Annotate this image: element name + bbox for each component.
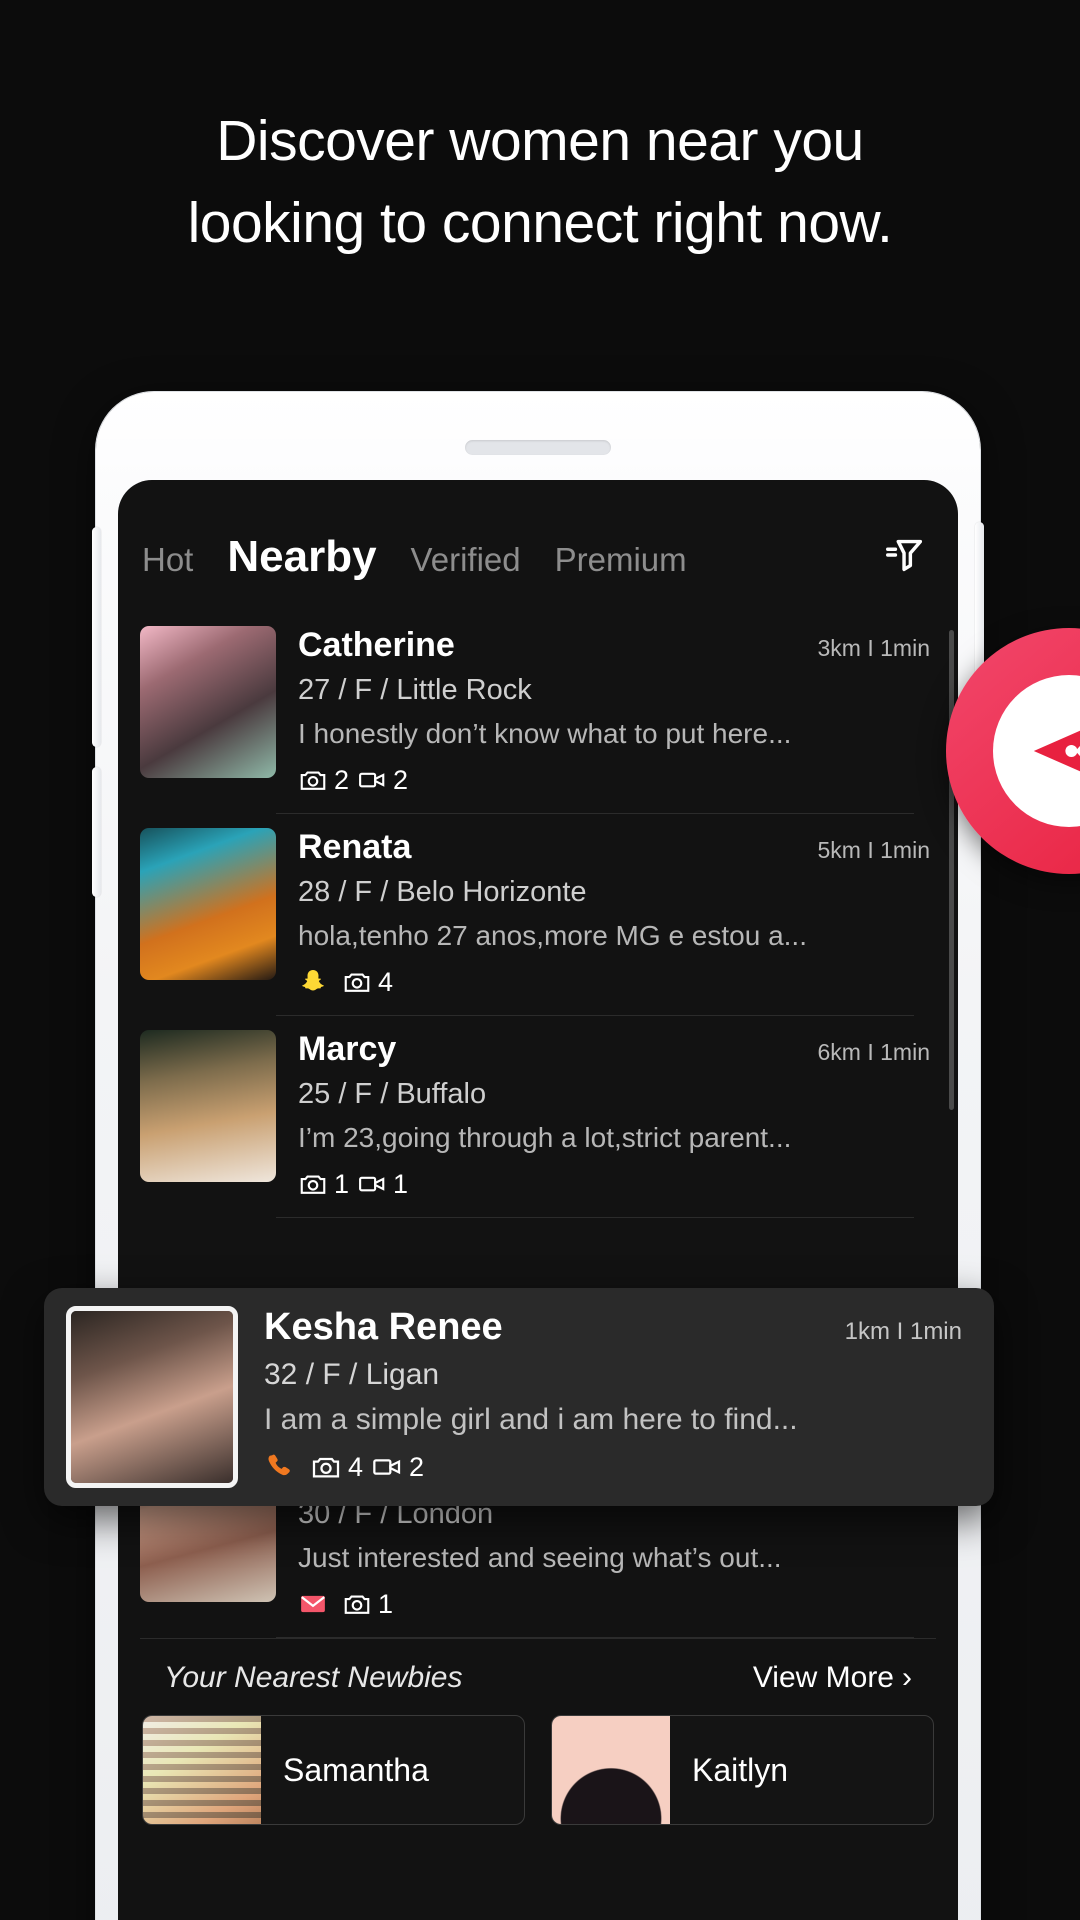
avatar[interactable] (66, 1306, 238, 1488)
video-count: 2 (393, 764, 409, 795)
filter-funnel-icon[interactable] (878, 528, 932, 582)
camera-count: 4 (348, 1451, 364, 1482)
newbies-title: Your Nearest Newbies (164, 1661, 463, 1694)
promo-screenshot: Discover women near you looking to conne… (0, 0, 1080, 1920)
badge-row: 1 1 (298, 1166, 930, 1202)
profile-bio: Just interested and seeing what’s out... (298, 1542, 782, 1573)
headline-line-1: Discover women near you (216, 109, 864, 173)
distance-time: 1km I 1min (844, 1318, 962, 1345)
badge-row: 2 2 (298, 762, 930, 798)
profile-name: Marcy (298, 1030, 397, 1068)
distance-time: 6km I 1min (817, 1039, 930, 1065)
profile-bio: hola,tenho 27 anos,more MG e estou a... (298, 920, 807, 951)
chevron-right-icon: › (902, 1661, 912, 1694)
earpiece-speaker (465, 440, 611, 455)
profile-bio: I’m 23,going through a lot,strict parent… (298, 1122, 792, 1153)
tab-nearby[interactable]: Nearby (227, 532, 376, 582)
camera-icon: 4 (342, 967, 393, 998)
profile-name: Kesha Renee (264, 1306, 503, 1348)
phone-device-mockup: Hot Nearby Verified Premium Catherine 3k… (92, 392, 984, 1920)
table-row[interactable]: Marcy 6km I 1min 25 / F / Buffalo I’m 23… (118, 1016, 958, 1218)
avatar (552, 1716, 670, 1824)
row-divider (276, 1217, 914, 1218)
profile-bio: I honestly don’t know what to put here..… (298, 718, 792, 749)
distance-time: 3km I 1min (817, 635, 930, 661)
envelope-icon (298, 1589, 334, 1619)
video-count: 1 (393, 1168, 409, 1199)
profile-meta: 32 / F / Ligan (264, 1358, 440, 1391)
badge-row: 4 (298, 964, 930, 1000)
table-row[interactable]: Catherine 3km I 1min 27 / F / Little Roc… (118, 612, 958, 814)
profile-bio: I am a simple girl and i am here to find… (264, 1403, 798, 1436)
highlighted-profile-card[interactable]: Kesha Renee 1km I 1min 32 / F / Ligan I … (44, 1288, 994, 1506)
camera-count: 1 (378, 1588, 394, 1619)
list-item[interactable]: Samantha (142, 1715, 525, 1825)
profile-meta: 28 / F / Belo Horizonte (298, 876, 587, 908)
volume-up-button[interactable] (92, 527, 101, 747)
phone-call-icon (264, 1451, 302, 1483)
page-title: Discover women near you looking to conne… (0, 100, 1080, 264)
scrollbar[interactable] (949, 630, 954, 1110)
avatar[interactable] (140, 1030, 276, 1182)
camera-icon: 2 (298, 765, 349, 796)
snapchat-icon (298, 967, 334, 997)
row-divider (276, 1637, 914, 1638)
headline-line-2: looking to connect right now. (187, 191, 893, 255)
video-count: 2 (409, 1451, 425, 1482)
avatar[interactable] (140, 626, 276, 778)
tab-hot[interactable]: Hot (142, 541, 193, 579)
camera-icon: 4 (310, 1451, 363, 1483)
badge-row: 4 2 (264, 1449, 962, 1485)
camera-icon: 1 (342, 1589, 393, 1620)
camera-count: 1 (334, 1168, 350, 1199)
navigation-arrow-icon (993, 675, 1080, 827)
newbie-name: Samantha (283, 1751, 429, 1788)
profile-meta: 25 / F / Buffalo (298, 1078, 487, 1110)
tab-bar: Hot Nearby Verified Premium (118, 480, 958, 612)
newbie-name: Kaitlyn (692, 1751, 789, 1788)
camera-icon: 1 (298, 1169, 349, 1200)
list-item[interactable]: Kaitlyn (551, 1715, 934, 1825)
profile-list: Catherine 3km I 1min 27 / F / Little Roc… (118, 612, 958, 1825)
view-more-label: View More (752, 1661, 894, 1694)
avatar (143, 1716, 261, 1824)
video-icon: 2 (357, 765, 408, 796)
profile-name: Catherine (298, 626, 455, 664)
avatar[interactable] (140, 828, 276, 980)
phone-screen: Hot Nearby Verified Premium Catherine 3k… (118, 480, 958, 1920)
newbies-header: Your Nearest Newbies View More › (140, 1638, 936, 1695)
video-icon: 1 (357, 1169, 408, 1200)
tab-verified[interactable]: Verified (411, 541, 521, 579)
profile-meta: 27 / F / Little Rock (298, 674, 532, 706)
table-row[interactable]: Renata 5km I 1min 28 / F / Belo Horizont… (118, 814, 958, 1016)
volume-down-button[interactable] (92, 767, 101, 897)
distance-time: 5km I 1min (817, 837, 930, 863)
profile-name: Renata (298, 828, 412, 866)
camera-count: 2 (334, 764, 350, 795)
tab-premium[interactable]: Premium (555, 541, 687, 579)
camera-count: 4 (378, 966, 394, 997)
video-icon: 2 (371, 1451, 424, 1483)
view-more-button[interactable]: View More › (753, 1661, 912, 1695)
newbies-list: Samantha Kaitlyn (118, 1695, 958, 1825)
badge-row: 1 (298, 1586, 930, 1622)
